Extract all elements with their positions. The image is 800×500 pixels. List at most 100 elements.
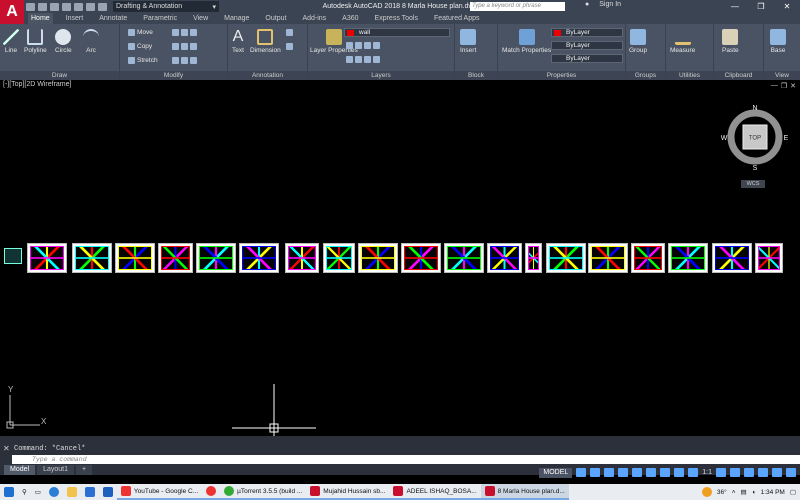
volume-icon[interactable]: ◖ bbox=[752, 489, 756, 496]
add-layout-button[interactable]: + bbox=[76, 464, 93, 475]
model-space-button[interactable]: MODEL bbox=[539, 467, 573, 478]
workspace-dropdown[interactable]: Drafting & Annotation ▾ bbox=[113, 1, 219, 12]
undo-icon[interactable] bbox=[86, 2, 95, 11]
snap-icon[interactable] bbox=[590, 468, 601, 477]
drawing-sheet[interactable] bbox=[158, 243, 193, 273]
tab-featured-apps[interactable]: Featured Apps bbox=[431, 13, 483, 24]
viewport-controls-label[interactable]: [-][Top][2D Wireframe] bbox=[3, 81, 71, 88]
layer-tools-row1[interactable] bbox=[346, 42, 380, 49]
modify-panel-title[interactable]: Modify bbox=[120, 71, 227, 80]
tab-annotate[interactable]: Annotate bbox=[96, 13, 130, 24]
close-command-icon[interactable]: ✕ bbox=[3, 444, 10, 453]
drawing-sheet[interactable] bbox=[546, 243, 586, 273]
otrack-icon[interactable] bbox=[646, 468, 657, 477]
annotation-scale-icon[interactable] bbox=[688, 468, 699, 477]
weather-icon[interactable] bbox=[701, 487, 712, 497]
drawing-sheet[interactable] bbox=[712, 243, 752, 273]
tab-manage[interactable]: Manage bbox=[221, 13, 252, 24]
drawing-sheet[interactable] bbox=[755, 243, 783, 273]
maximize-button[interactable]: ❐ bbox=[748, 0, 774, 13]
viewport-restore-icon[interactable]: ❐ bbox=[781, 82, 787, 90]
drawing-sheet[interactable] bbox=[487, 243, 522, 273]
taskbar-app-utorrent[interactable]: µTorrent 3.5.5 (build ... bbox=[220, 484, 307, 500]
properties-panel-title[interactable]: Properties bbox=[498, 71, 625, 80]
clipboard-panel-title[interactable]: Clipboard bbox=[714, 71, 763, 80]
viewport-close-icon[interactable]: ✕ bbox=[790, 82, 796, 90]
task-view-button[interactable]: ▭ bbox=[31, 484, 45, 500]
layer-tools-row2[interactable] bbox=[346, 56, 380, 63]
color-dropdown[interactable]: ByLayer bbox=[551, 28, 623, 37]
clock[interactable]: 1:34 PM bbox=[761, 489, 785, 496]
drawing-sheet[interactable] bbox=[115, 243, 155, 273]
ortho-icon[interactable] bbox=[604, 468, 615, 477]
rotate-tool[interactable] bbox=[172, 29, 197, 36]
drawing-sheet[interactable] bbox=[525, 243, 542, 273]
viewcube[interactable]: TOP N S E W bbox=[721, 103, 789, 171]
start-button[interactable] bbox=[0, 484, 18, 500]
mirror-tool[interactable] bbox=[172, 43, 197, 50]
edge-button[interactable] bbox=[45, 484, 63, 500]
plus-icon[interactable] bbox=[730, 468, 740, 477]
osnap-icon[interactable] bbox=[632, 468, 643, 477]
drawing-sheet[interactable] bbox=[588, 243, 628, 273]
tab-add-ins[interactable]: Add-ins bbox=[299, 13, 329, 24]
new-icon[interactable] bbox=[26, 2, 35, 11]
group-tool[interactable]: Group bbox=[629, 29, 647, 55]
redo-icon[interactable] bbox=[98, 2, 107, 11]
plot-icon[interactable] bbox=[74, 2, 83, 11]
clean-screen-icon[interactable] bbox=[772, 468, 782, 477]
store-button[interactable] bbox=[81, 484, 99, 500]
lineweight-dropdown[interactable]: ByLayer bbox=[551, 54, 623, 63]
tab-home[interactable]: Home bbox=[28, 13, 53, 24]
tab-view[interactable]: View bbox=[190, 13, 211, 24]
network-icon[interactable]: ▤ bbox=[741, 488, 747, 496]
gear-icon[interactable] bbox=[716, 468, 726, 477]
tab-insert[interactable]: Insert bbox=[63, 13, 87, 24]
sign-in[interactable]: ● Sign In bbox=[585, 1, 621, 8]
layers-panel-title[interactable]: Layers bbox=[308, 71, 454, 80]
taskbar-app-autocad-2[interactable]: ADEEL ISHAQ_BOSA... bbox=[389, 484, 481, 500]
drawing-sheet[interactable] bbox=[285, 243, 319, 273]
drawing-viewport[interactable]: [-][Top][2D Wireframe] — ❐ ✕ TOP N S E W… bbox=[0, 80, 800, 436]
file-explorer-button[interactable] bbox=[63, 484, 81, 500]
drawing-sheet[interactable] bbox=[444, 243, 484, 273]
text-tool[interactable]: A Text bbox=[230, 29, 246, 55]
dimension-tool[interactable]: Dimension bbox=[250, 29, 281, 55]
autocad-logo-icon[interactable]: A bbox=[0, 0, 24, 24]
base-tool[interactable]: Base bbox=[770, 29, 786, 55]
block-panel-title[interactable]: Block bbox=[455, 71, 497, 80]
close-button[interactable]: ✕ bbox=[774, 0, 800, 13]
drawing-sheet[interactable] bbox=[358, 243, 398, 273]
view-panel-title[interactable]: View bbox=[764, 71, 800, 80]
scale-tool[interactable] bbox=[172, 57, 197, 64]
minimize-button[interactable]: — bbox=[722, 0, 748, 13]
tab-parametric[interactable]: Parametric bbox=[140, 13, 180, 24]
hardware-acceleration-icon[interactable] bbox=[758, 468, 768, 477]
annotation-panel-title[interactable]: Annotation bbox=[228, 71, 307, 80]
utilities-panel-title[interactable]: Utilities bbox=[666, 71, 713, 80]
grid-icon[interactable] bbox=[576, 468, 587, 477]
viewport-minimize-icon[interactable]: — bbox=[771, 82, 778, 90]
paste-tool[interactable]: Paste bbox=[722, 29, 739, 55]
drawing-sheet[interactable] bbox=[72, 243, 112, 273]
save-as-icon[interactable] bbox=[62, 2, 71, 11]
customization-icon[interactable] bbox=[786, 468, 796, 477]
drawing-sheet[interactable] bbox=[239, 243, 279, 273]
notification-icon[interactable]: ▢ bbox=[790, 488, 796, 496]
transparency-icon[interactable] bbox=[674, 468, 685, 477]
taskbar-app-opera[interactable] bbox=[202, 484, 221, 500]
polar-icon[interactable] bbox=[618, 468, 629, 477]
linetype-dropdown[interactable]: ByLayer bbox=[551, 41, 623, 50]
tab-a360[interactable]: A360 bbox=[339, 13, 361, 24]
annotation-scale[interactable]: 1:1 bbox=[702, 469, 712, 476]
taskbar-app-youtube[interactable]: YouTube - Google C... bbox=[116, 484, 203, 500]
groups-panel-title[interactable]: Groups bbox=[626, 71, 665, 80]
measure-tool[interactable]: Measure bbox=[670, 29, 695, 55]
tab-output[interactable]: Output bbox=[262, 13, 289, 24]
search-button[interactable]: ⚲ bbox=[18, 484, 31, 500]
taskbar-app-autocad-3[interactable]: 8 Marla House plan.d... bbox=[480, 484, 569, 500]
tray-chevron-icon[interactable]: ˄ bbox=[732, 489, 736, 496]
stretch-tool[interactable]: Stretch bbox=[128, 57, 158, 64]
arc-tool[interactable]: Arc bbox=[83, 29, 99, 55]
drawing-sheet[interactable] bbox=[196, 243, 236, 273]
